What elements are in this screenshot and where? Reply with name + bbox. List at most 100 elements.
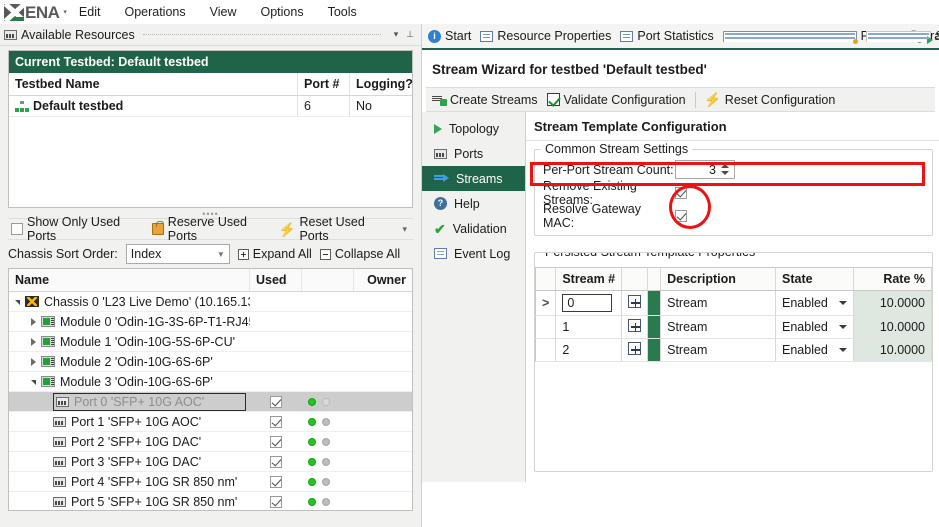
list-item[interactable]: Module 1 'Odin-10G-5S-6P-CU' [9,332,412,352]
stream-number-input[interactable]: 0 [562,294,613,312]
resolve-gateway-mac-checkbox[interactable] [675,209,687,222]
xena-logo[interactable]: ENA ▾ [4,3,67,21]
show-only-used-ports-checkbox[interactable] [11,223,23,235]
stream-number-cell[interactable]: 1 [555,315,623,339]
reset-configuration-button[interactable]: ⚡ Reset Configuration [705,93,836,107]
expand-row-icon[interactable] [628,319,642,332]
tab-resource-properties[interactable]: Resource Properties [480,29,611,43]
chassis-icon [25,296,39,307]
remove-existing-streams-checkbox[interactable] [675,186,687,199]
tab-port-statistics[interactable]: Port Statistics [620,29,714,43]
nav-item-streams[interactable]: Streams [422,166,525,191]
col-status[interactable] [302,269,354,291]
tab-stream-configuration[interactable]: Stream Co [865,29,939,44]
stepper-down-icon[interactable] [720,171,729,175]
show-only-used-ports-toggle[interactable]: Show Only Used Ports [11,215,147,243]
list-item[interactable]: Port 2 'SFP+ 10G DAC' [9,432,412,452]
col-state[interactable]: State [775,267,854,291]
streams-icon [434,174,449,183]
col-stream-number[interactable]: Stream # [555,267,623,291]
col-owner[interactable]: Owner [354,269,412,291]
reserve-used-ports-button[interactable]: Reserve Used Ports [151,215,274,243]
chevron-down-icon[interactable] [839,348,847,352]
table-row[interactable]: 1 Stream Enabled 10.0000 [535,315,932,339]
state-cell[interactable]: Enabled [775,315,854,339]
col-description[interactable]: Description [660,267,776,291]
expand-row-cell[interactable] [621,290,649,316]
expand-row-cell[interactable] [621,315,649,339]
menu-item-operations[interactable]: Operations [112,2,197,22]
create-streams-button[interactable]: Create Streams [432,93,538,107]
list-item[interactable]: Chassis 0 'L23 Live Demo' (10.165.136.7 [9,292,412,312]
description-cell[interactable]: Stream [660,338,776,362]
expand-row-icon[interactable] [628,342,642,355]
table-row[interactable]: Default testbed 6 No [9,96,412,117]
list-item[interactable]: Port 1 'SFP+ 10G AOC' [9,412,412,432]
chevron-down-icon[interactable] [839,301,847,305]
tab-port-configuration-grid[interactable]: Port Configuration Grid [722,29,939,44]
expand-row-icon[interactable] [628,295,642,308]
stepper-up-icon[interactable] [720,164,729,168]
state-cell[interactable]: Enabled [775,338,854,362]
port-used-checkbox[interactable] [270,415,282,428]
rate-cell[interactable]: 10.0000 [853,338,932,362]
chevron-down-icon[interactable] [839,325,847,329]
chassis-sort-order-select[interactable]: Index ▼ [125,244,230,264]
chevron-collapsed-icon[interactable] [31,337,36,346]
menu-item-edit[interactable]: Edit [67,2,113,22]
validate-configuration-button[interactable]: Validate Configuration [546,93,686,107]
port-used-checkbox[interactable] [270,455,282,468]
port-used-checkbox[interactable] [270,435,282,448]
menu-item-tools[interactable]: Tools [316,2,369,22]
list-item[interactable]: Module 2 'Odin-10G-6S-6P' [9,352,412,372]
col-name[interactable]: Name [9,269,250,291]
stepper-buttons[interactable] [718,164,731,175]
tree-item-label: Port 3 'SFP+ 10G DAC' [71,454,202,469]
col-used[interactable]: Used [250,269,302,291]
expand-row-cell[interactable] [621,338,649,362]
list-item[interactable]: Port 5 'SFP+ 10G SR 850 nm' [9,492,412,510]
expand-all-button[interactable]: Expand All [237,247,312,261]
port-used-checkbox[interactable] [270,495,282,508]
chevron-collapsed-icon[interactable] [31,357,36,366]
list-item[interactable]: Port 3 'SFP+ 10G DAC' [9,452,412,472]
toolbar-overflow-icon[interactable]: ▾ [402,224,410,235]
chevron-collapsed-icon[interactable] [31,317,36,326]
col-port-count[interactable]: Port # [298,73,350,95]
state-cell[interactable]: Enabled [775,290,854,316]
chevron-expanded-icon[interactable] [15,300,20,305]
reset-used-ports-button[interactable]: ⚡ Reset Used Ports [279,215,392,243]
per-port-stream-count-stepper[interactable]: 3 [675,160,735,179]
collapse-all-button[interactable]: Collapse All [319,247,400,261]
nav-item-help[interactable]: ? Help [422,191,525,216]
nav-item-ports[interactable]: Ports [422,141,525,166]
nav-item-event-log[interactable]: Event Log [422,241,525,266]
list-item[interactable]: Module 0 'Odin-1G-3S-6P-T1-RJ45' [9,312,412,332]
col-testbed-name[interactable]: Testbed Name [9,73,298,95]
port-used-checkbox[interactable] [270,475,282,488]
port-used-checkbox[interactable] [270,395,282,408]
col-rate-percent[interactable]: Rate % [853,267,932,291]
list-item-selected[interactable]: Port 0 'SFP+ 10G AOC' [9,392,412,412]
nav-item-topology[interactable]: Topology [422,116,525,141]
chevron-expanded-icon[interactable] [31,380,36,385]
description-cell[interactable]: Stream [660,315,776,339]
stream-number-cell[interactable]: 2 [555,338,623,362]
rate-cell[interactable]: 10.0000 [853,290,932,316]
list-item[interactable]: Port 4 'SFP+ 10G SR 850 nm' [9,472,412,492]
stream-number-cell[interactable]: 0 [555,290,623,316]
panel-pin-icon[interactable]: ⊥ [403,29,417,40]
col-logging[interactable]: Logging? [350,73,413,95]
description-cell[interactable]: Stream [660,290,776,316]
tab-start[interactable]: i Start [428,29,471,43]
panel-menu-icon[interactable]: ▾ [389,29,403,40]
wizard-body: Topology Ports Streams ? Help ✔ Validati… [422,112,939,482]
menu-item-view[interactable]: View [198,2,249,22]
nav-item-label: Streams [456,171,503,186]
nav-item-validation[interactable]: ✔ Validation [422,216,525,241]
table-row[interactable]: > 0 Stream Enabled 10.0000 [535,290,932,316]
rate-cell[interactable]: 10.0000 [853,315,932,339]
menu-item-options[interactable]: Options [249,2,316,22]
list-item[interactable]: Module 3 'Odin-10G-6S-6P' [9,372,412,392]
table-row[interactable]: 2 Stream Enabled 10.0000 [535,338,932,362]
